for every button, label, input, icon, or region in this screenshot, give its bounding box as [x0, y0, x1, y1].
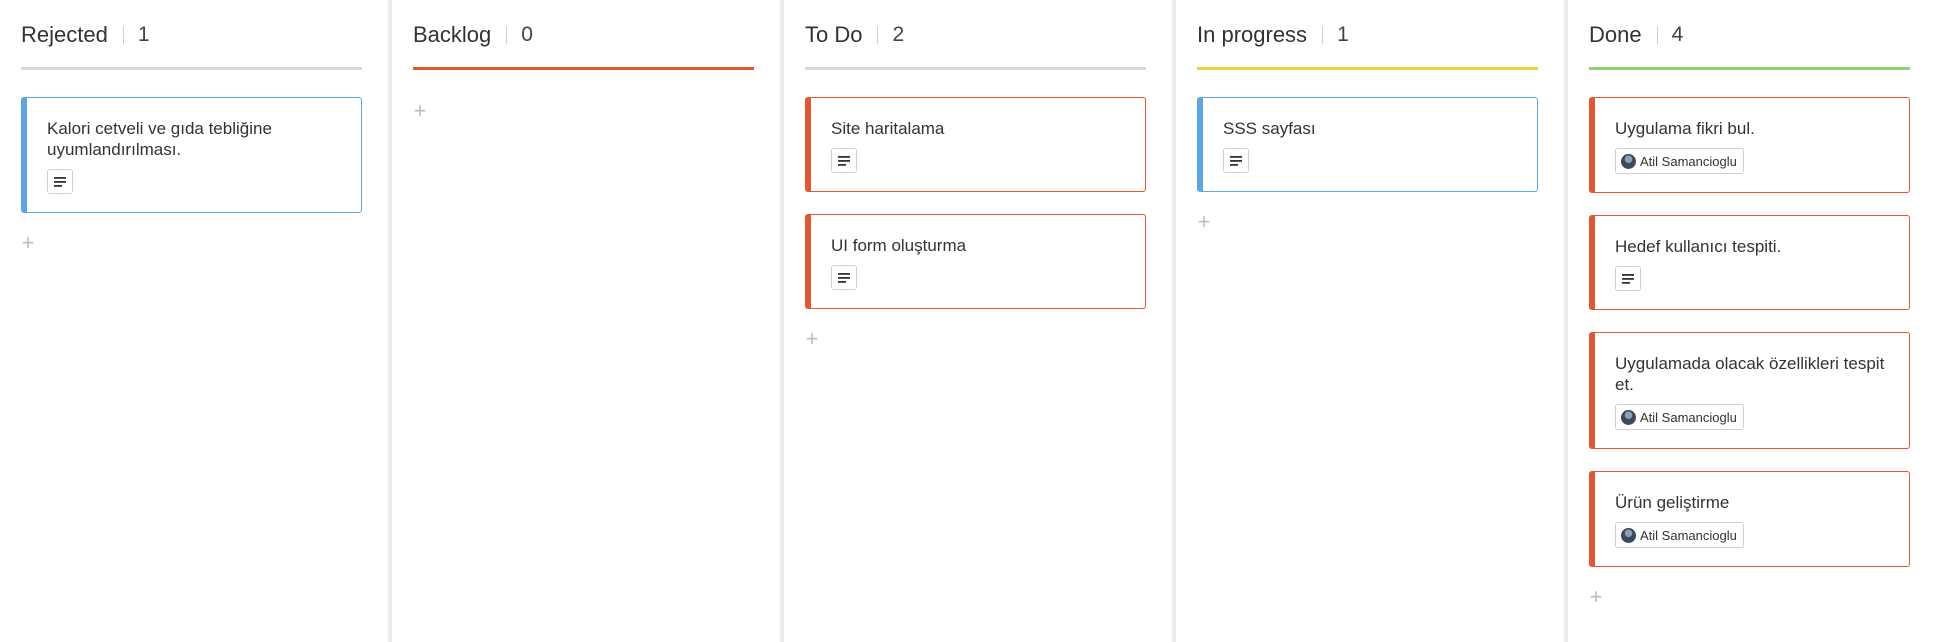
task-card-title: Uygulamada olacak özellikleri tespit et. — [1615, 354, 1885, 394]
avatar — [1621, 153, 1636, 169]
column-header-divider — [506, 25, 508, 44]
task-card-title: UI form oluşturma — [831, 236, 967, 255]
task-card-title: Site haritalama — [831, 119, 945, 138]
task-card[interactable]: UI form oluşturma — [805, 214, 1146, 309]
description-lines-icon — [1230, 155, 1242, 166]
description-badge[interactable] — [1615, 266, 1641, 291]
task-card-title: Hedef kullanıcı tespiti. — [1615, 237, 1782, 256]
plus-icon: + — [1589, 584, 1603, 609]
assignee-chip[interactable]: Atil Samancioglu — [1615, 404, 1744, 430]
avatar — [1621, 409, 1636, 425]
column-cards: Uygulama fikri bul. Atil Samancioglu Hed… — [1589, 70, 1910, 567]
column-header-divider — [877, 25, 879, 44]
task-card-title: Kalori cetveli ve gıda tebliğine uyumlan… — [47, 119, 272, 159]
assignee-chip[interactable]: Atil Samancioglu — [1615, 148, 1744, 174]
task-card[interactable]: Uygulamada olacak özellikleri tespit et.… — [1589, 332, 1910, 449]
column-cards: Kalori cetveli ve gıda tebliğine uyumlan… — [21, 70, 362, 213]
column-title: Backlog — [413, 21, 492, 47]
column-card-count: 4 — [1671, 22, 1684, 46]
description-lines-icon — [1622, 273, 1634, 284]
column-header[interactable]: Rejected 1 — [21, 0, 362, 70]
column-header-divider — [1322, 25, 1324, 44]
task-card[interactable]: Uygulama fikri bul. Atil Samancioglu — [1589, 97, 1910, 193]
add-card-button[interactable]: + — [1588, 584, 1604, 609]
kanban-board: Rejected 1 Kalori cetveli ve gıda tebliğ… — [0, 0, 1936, 642]
column-cards: Site haritalama UI form oluşturma — [805, 70, 1146, 309]
task-card-meta — [831, 265, 1125, 290]
task-card[interactable]: SSS sayfası — [1197, 97, 1538, 192]
column-card-count: 2 — [892, 22, 905, 46]
board-column-to-do: To Do 2 Site haritalama UI form oluşturm… — [784, 0, 1176, 642]
plus-icon: + — [21, 230, 35, 255]
task-card[interactable]: Kalori cetveli ve gıda tebliğine uyumlan… — [21, 97, 362, 213]
add-card-button[interactable]: + — [804, 326, 820, 351]
assignee-chip[interactable]: Atil Samancioglu — [1615, 522, 1744, 548]
task-card[interactable]: Hedef kullanıcı tespiti. — [1589, 215, 1910, 310]
task-card-meta: Atil Samancioglu — [1615, 404, 1889, 430]
task-card-title: Ürün geliştirme — [1615, 493, 1730, 512]
description-badge[interactable] — [1223, 148, 1249, 173]
column-header[interactable]: Backlog 0 — [413, 0, 754, 70]
column-title: Rejected — [21, 21, 108, 47]
task-card-meta — [831, 148, 1125, 173]
assignee-name: Atil Samancioglu — [1640, 409, 1737, 425]
assignee-name: Atil Samancioglu — [1640, 153, 1737, 169]
task-card-meta — [1615, 266, 1889, 291]
column-header-divider — [1656, 25, 1658, 44]
board-column-backlog: Backlog 0 + — [392, 0, 784, 642]
description-lines-icon — [838, 272, 850, 283]
task-card[interactable]: Ürün geliştirme Atil Samancioglu — [1589, 471, 1910, 567]
board-column-rejected: Rejected 1 Kalori cetveli ve gıda tebliğ… — [0, 0, 392, 642]
column-cards: SSS sayfası — [1197, 70, 1538, 192]
column-card-count: 0 — [521, 22, 533, 46]
task-card-meta — [47, 169, 341, 194]
column-header-divider — [122, 25, 124, 44]
column-title: To Do — [805, 21, 863, 47]
description-lines-icon — [54, 176, 66, 187]
column-title: Done — [1589, 21, 1642, 47]
plus-icon: + — [1197, 209, 1211, 234]
column-header[interactable]: Done 4 — [1589, 0, 1910, 70]
board-column-done: Done 4 Uygulama fikri bul. Atil Samancio… — [1568, 0, 1936, 642]
task-card-meta: Atil Samancioglu — [1615, 148, 1889, 174]
plus-icon: + — [413, 98, 427, 123]
board-column-in-progress: In progress 1 SSS sayfası + — [1176, 0, 1568, 642]
column-title: In progress — [1197, 21, 1308, 47]
assignee-name: Atil Samancioglu — [1640, 527, 1737, 543]
column-header[interactable]: In progress 1 — [1197, 0, 1538, 70]
description-badge[interactable] — [831, 148, 857, 173]
task-card[interactable]: Site haritalama — [805, 97, 1146, 192]
add-card-button[interactable]: + — [20, 230, 36, 255]
avatar — [1621, 527, 1636, 543]
add-card-button[interactable]: + — [1196, 209, 1212, 234]
task-card-meta — [1223, 148, 1517, 173]
description-badge[interactable] — [47, 169, 73, 194]
description-lines-icon — [838, 155, 850, 166]
column-card-count: 1 — [1337, 22, 1349, 46]
column-cards — [413, 70, 754, 97]
task-card-meta: Atil Samancioglu — [1615, 522, 1889, 548]
plus-icon: + — [805, 326, 819, 351]
task-card-title: Uygulama fikri bul. — [1615, 119, 1755, 138]
column-header[interactable]: To Do 2 — [805, 0, 1146, 70]
task-card-title: SSS sayfası — [1223, 119, 1316, 138]
add-card-button[interactable]: + — [412, 98, 428, 123]
column-card-count: 1 — [137, 22, 150, 46]
description-badge[interactable] — [831, 265, 857, 290]
